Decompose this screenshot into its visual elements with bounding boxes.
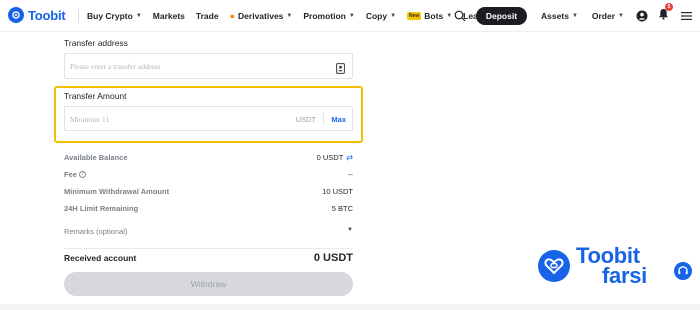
nav-buy-crypto[interactable]: Buy Crypto ▼ [87,11,142,21]
info-label: Minimum Withdrawal Amount [64,186,170,196]
info-row-available-balance: Available Balance 0 USDT ⇄ [64,151,353,163]
chevron-down-icon: ▼ [446,13,453,19]
watermark-line-2: farsi [602,263,647,288]
max-button[interactable]: Max [331,115,346,124]
notification-badge: 5 [665,3,673,11]
info-value: -- [348,169,353,179]
remarks-toggle[interactable]: Remarks (optional) ▼ [64,227,353,236]
deposit-button[interactable]: Deposit [475,7,528,25]
flame-icon: ● [229,11,236,21]
brand-logo[interactable]: Toobit [8,7,66,23]
chevron-down-icon: ▼ [571,13,578,19]
chevron-down-icon: ▼ [347,227,353,233]
nav-bots[interactable]: New Bots ▼ [407,11,452,21]
chevron-down-icon: ▼ [390,13,397,19]
transfer-swap-icon[interactable]: ⇄ [346,153,353,162]
top-nav: Toobit Buy Crypto ▼ Markets Trade ● Deriva… [0,0,700,32]
info-label: Available Balance [64,152,128,162]
nav-derivatives[interactable]: ● Derivatives ▼ [230,11,293,21]
bottom-bar [0,304,700,310]
section-divider [64,248,353,249]
transfer-address-input[interactable]: Please enter a transfer address [64,53,353,79]
toobit-heart-logo-icon [538,250,570,282]
nav-order[interactable]: Order ▼ [592,11,624,21]
info-value: 5 BTC [331,203,353,213]
chevron-down-icon: ▼ [135,13,142,19]
unit-divider [323,112,324,126]
nav-copy[interactable]: Copy ▼ [366,11,396,21]
fee-label: Fee [64,169,77,179]
user-avatar-icon[interactable] [636,10,648,22]
nav-assets-label: Assets [541,11,569,21]
nav-item-label: Copy [365,11,388,21]
transfer-amount-label: Transfer Amount [64,91,127,101]
received-account-row: Received account 0 USDT [64,252,353,264]
address-book-icon[interactable] [336,61,345,79]
info-value: 10 USDT [322,186,353,196]
transfer-address-placeholder: Please enter a transfer address [70,62,161,71]
nav-markets[interactable]: Markets [153,11,185,21]
info-row-24h-limit: 24H Limit Remaining 5 BTC [64,202,353,214]
info-row-fee: Fee? -- [64,168,353,180]
watermark-text: Toobit farsi [576,245,647,288]
nav-menu: Buy Crypto ▼ Markets Trade ● Derivatives ▼ … [87,0,497,32]
nav-order-label: Order [591,11,616,21]
transfer-amount-placeholder: Minimum 11 [70,115,110,124]
transfer-amount-input[interactable]: Minimum 11 USDT Max [64,106,353,131]
received-amount: 0 USDT [313,252,353,264]
nav-actions: Deposit Assets ▼ Order ▼ 5 [454,0,700,32]
help-icon[interactable]: ? [78,170,86,178]
notifications[interactable]: 5 [658,3,673,25]
nav-assets[interactable]: Assets ▼ [541,11,578,21]
toobit-logo-icon [8,7,24,23]
nav-item-label: Promotion [303,11,346,21]
nav-trade[interactable]: Trade [196,11,219,21]
nav-item-label: Bots [424,11,444,21]
received-account-label: Received account [64,253,137,263]
info-label: 24H Limit Remaining [64,203,139,213]
menu-icon[interactable] [681,11,692,21]
toobit-farsi-watermark: Toobit farsi [538,245,647,288]
available-balance-value: 0 USDT [316,152,344,162]
chevron-down-icon: ▼ [618,13,624,19]
chevron-down-icon: ▼ [348,13,355,19]
search-icon[interactable] [454,10,466,22]
transfer-address-label: Transfer address [64,38,128,48]
nav-promotion[interactable]: Promotion ▼ [303,11,354,21]
nav-item-label: Buy Crypto [87,11,133,21]
withdraw-button[interactable]: Withdraw [64,272,353,296]
nav-item-label: Markets [152,11,185,21]
chevron-down-icon: ▼ [286,13,293,19]
nav-item-label: Trade [195,11,219,21]
brand-name: Toobit [28,7,66,23]
remarks-label: Remarks (optional) [64,227,128,236]
new-badge: New [407,12,422,20]
nav-divider [78,9,79,23]
info-label: Fee? [64,170,86,179]
amount-unit: USDT [295,115,316,124]
info-row-minimum-withdrawal: Minimum Withdrawal Amount 10 USDT [64,185,353,197]
nav-item-label: Derivatives [238,11,284,21]
info-value: 0 USDT ⇄ [317,153,353,162]
support-chat-icon[interactable] [674,262,692,280]
